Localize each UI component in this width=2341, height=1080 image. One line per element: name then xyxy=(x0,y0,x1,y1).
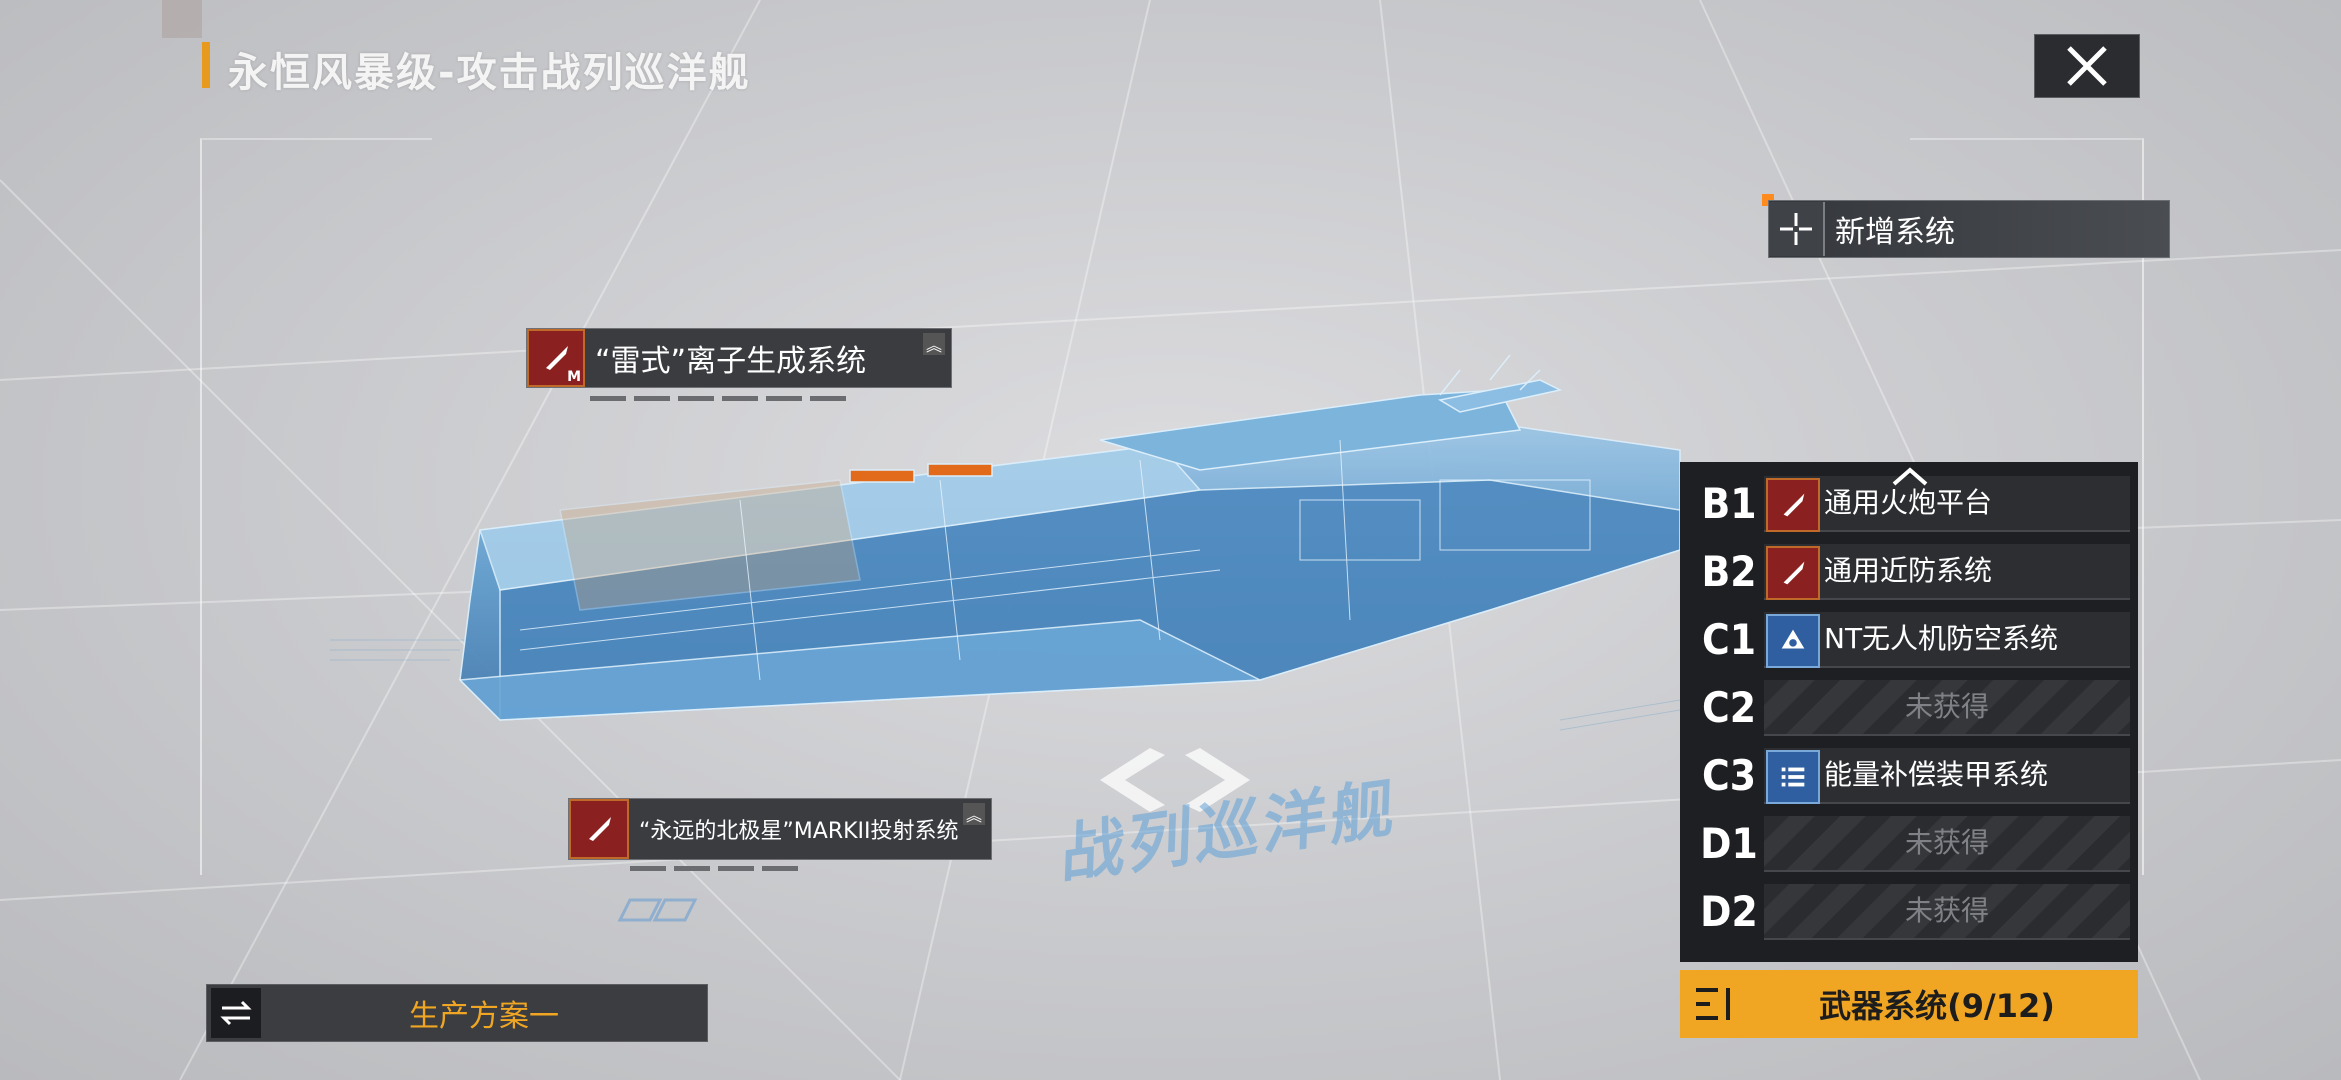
production-plan-label: 生产方案一 xyxy=(409,999,559,1034)
weapon-name: 未获得 xyxy=(1904,690,1989,723)
page-title: 永恒风暴级-攻击战列巡洋舰 xyxy=(228,50,751,96)
close-button[interactable] xyxy=(2034,34,2140,98)
scroll-up-chevron-icon[interactable] xyxy=(1892,466,1928,486)
weapon-name: NT无人机防空系统 xyxy=(1824,622,2059,655)
weapon-system-label: 武器系统(9/12) xyxy=(1819,987,2055,1025)
callout-level-bar xyxy=(630,866,798,871)
slot-id: C2 xyxy=(1701,682,1757,732)
callout-level-bar xyxy=(590,396,846,401)
battlecruiser-hologram xyxy=(458,354,1681,721)
callout-ion-system[interactable]: M “雷式”离子生成系统 ︽ xyxy=(526,328,952,388)
add-system-button[interactable]: 新增系统 xyxy=(1768,200,2170,258)
weapon-name: 未获得 xyxy=(1904,826,1989,859)
menu-list-icon xyxy=(1696,988,1730,1020)
slot-id: C3 xyxy=(1701,750,1757,800)
slot-id: C1 xyxy=(1701,614,1757,664)
collapse-chevron-icon[interactable]: ︽ xyxy=(963,803,985,825)
weapon-slot-b2[interactable]: B2 通用近防系统 xyxy=(1688,542,2130,600)
weapon-slot-c3[interactable]: C3 能量补偿装甲系统 xyxy=(1688,746,2130,804)
corner-marker xyxy=(162,0,202,38)
weapon-system-button[interactable]: 武器系统(9/12) xyxy=(1680,970,2138,1038)
drone-icon xyxy=(1766,614,1820,668)
missile-icon xyxy=(1766,478,1820,532)
viewport-frame-left xyxy=(200,138,432,875)
weapon-name: 未获得 xyxy=(1904,894,1989,927)
armor-list-icon xyxy=(1766,750,1820,804)
callout-ion-label: “雷式”离子生成系统 xyxy=(595,344,867,379)
callout-polaris-label: “永远的北极星”MARKII投射系统 xyxy=(639,819,959,844)
slot-id: D2 xyxy=(1700,886,1758,936)
weapon-name: 能量补偿装甲系统 xyxy=(1824,758,2049,791)
weapon-slot-d1[interactable]: D1 未获得 xyxy=(1688,814,2130,872)
production-plan-button[interactable]: 生产方案一 xyxy=(206,984,708,1042)
weapon-slot-d2[interactable]: D2 未获得 xyxy=(1688,882,2130,940)
missile-icon xyxy=(1766,546,1820,600)
add-system-label: 新增系统 xyxy=(1835,215,1955,250)
callout-polaris-system[interactable]: “永远的北极星”MARKII投射系统 ︽ xyxy=(568,798,992,860)
slot-id: B2 xyxy=(1701,546,1757,596)
weapon-slot-c1[interactable]: C1 NT无人机防空系统 xyxy=(1688,610,2130,668)
title-accent xyxy=(202,42,210,88)
slot-id: D1 xyxy=(1700,818,1758,868)
weapon-slot-c2[interactable]: C2 未获得 xyxy=(1688,678,2130,736)
slot-id: B1 xyxy=(1701,478,1757,528)
swap-icon xyxy=(211,988,261,1038)
missile-icon xyxy=(569,799,629,859)
weapon-name: 通用近防系统 xyxy=(1824,554,1993,587)
collapse-chevron-icon[interactable]: ︽ xyxy=(923,333,945,355)
missile-icon: M xyxy=(527,329,585,387)
weapon-badge: M xyxy=(567,369,581,385)
crosshair-icon xyxy=(1769,202,1825,256)
close-icon xyxy=(2067,46,2107,86)
weapon-slot-list: B1 通用火炮平台 B2 通用近防系统 C1 NT无人机防空系统 C2 未获得 xyxy=(1680,462,2138,962)
